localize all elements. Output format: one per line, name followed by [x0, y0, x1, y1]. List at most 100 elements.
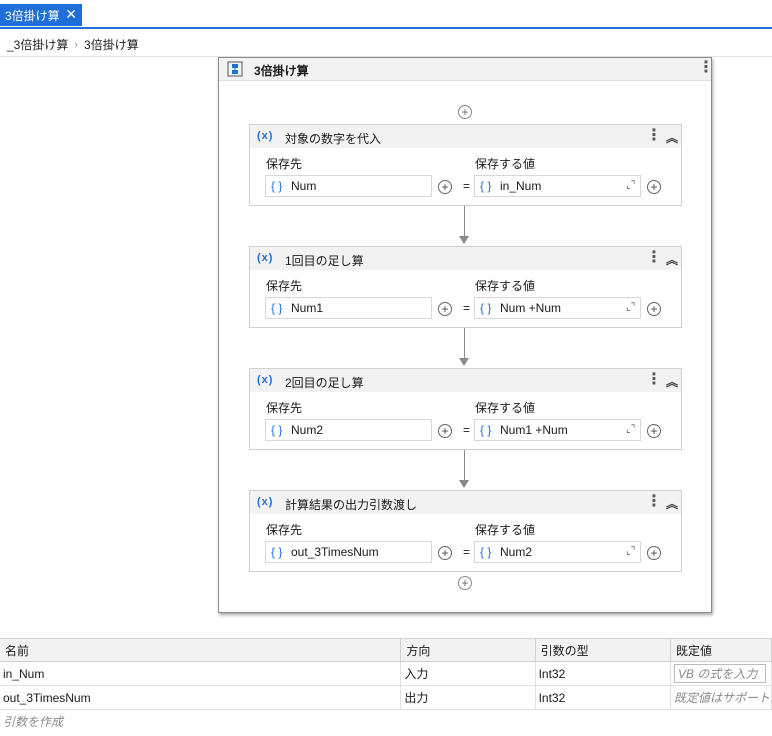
variable-brace-icon: { }	[271, 179, 283, 193]
more-options-icon[interactable]: ⋮	[646, 250, 662, 266]
to-field[interactable]: { } Num1	[265, 297, 432, 319]
add-variable-icon[interactable]: +	[438, 424, 452, 438]
collapse-icon[interactable]: ︽	[666, 495, 678, 512]
collapse-icon[interactable]: ︽	[666, 251, 678, 268]
column-header-direction[interactable]: 方向	[400, 639, 536, 662]
collapse-icon[interactable]: ︽	[666, 373, 678, 390]
more-options-icon[interactable]: ⋮	[698, 60, 714, 76]
more-options-icon[interactable]: ⋮	[646, 372, 662, 388]
activity-title: 対象の数字を代入	[285, 132, 382, 146]
chevron-right-icon: ›	[74, 38, 79, 51]
table-row[interactable]: out_3TimesNum 出力 Int32 既定値はサポートされ	[0, 685, 772, 710]
tab-bar: 3倍掛け算 ✕	[0, 0, 772, 29]
add-variable-icon[interactable]: +	[438, 302, 452, 316]
add-activity-icon[interactable]: +	[458, 105, 472, 119]
variable-brace-icon: { }	[271, 423, 283, 437]
to-label: 保存先	[266, 401, 303, 415]
create-argument-link[interactable]: 引数を作成	[3, 713, 63, 730]
sequence-header: 3倍掛け算 ⋮	[219, 58, 714, 81]
activity-header: (x) 対象の数字を代入 ⋮ ︽	[250, 125, 681, 148]
argument-direction[interactable]: 入力	[400, 661, 536, 686]
to-value: Num1	[291, 301, 324, 315]
expand-editor-icon[interactable]: ⌞⌝	[626, 546, 635, 557]
activity-title: 2回目の足し算	[285, 376, 364, 390]
value-label: 保存する値	[475, 157, 536, 171]
connector-line	[464, 450, 465, 480]
variable-brace-icon: { }	[480, 545, 492, 559]
variable-icon: (x)	[257, 496, 274, 508]
value-label: 保存する値	[475, 523, 536, 537]
assign-activity[interactable]: (x) 対象の数字を代入 ⋮ ︽ 保存先 保存する値 { } Num + = {…	[249, 124, 682, 206]
argument-type[interactable]: Int32	[535, 685, 672, 710]
to-value: Num2	[291, 423, 324, 437]
to-label: 保存先	[266, 523, 303, 537]
equals-sign: =	[463, 423, 471, 437]
argument-name[interactable]: in_Num	[0, 661, 402, 686]
assign-activity[interactable]: (x) 2回目の足し算 ⋮ ︽ 保存先 保存する値 { } Num2 + = {…	[249, 368, 682, 450]
add-activity-icon[interactable]: +	[458, 576, 472, 590]
equals-sign: =	[463, 179, 471, 193]
equals-sign: =	[463, 301, 471, 315]
to-field[interactable]: { } out_3TimesNum	[265, 541, 432, 563]
to-field[interactable]: { } Num	[265, 175, 432, 197]
argument-direction[interactable]: 出力	[400, 685, 536, 710]
value-label: 保存する値	[475, 401, 536, 415]
breadcrumb-item-root[interactable]: _3倍掛け算	[7, 36, 68, 53]
value-text: Num +Num	[500, 301, 562, 315]
activity-header: (x) 2回目の足し算 ⋮ ︽	[250, 369, 681, 392]
table-row[interactable]: in_Num 入力 Int32 VB の式を入力	[0, 661, 772, 686]
assign-activity[interactable]: (x) 1回目の足し算 ⋮ ︽ 保存先 保存する値 { } Num1 + = {…	[249, 246, 682, 328]
add-variable-icon[interactable]: +	[647, 424, 661, 438]
arguments-panel: 名前 方向 引数の型 既定値 in_Num 入力 Int32 VB の式を入力 …	[0, 638, 772, 736]
sequence-container[interactable]: 3倍掛け算 ⋮ + (x) 対象の数字を代入 ⋮ ︽ 保存先 保存する値 { }…	[218, 57, 714, 613]
expand-editor-icon[interactable]: ⌞⌝	[626, 302, 635, 313]
argument-name[interactable]: out_3TimesNum	[0, 685, 402, 710]
argument-type[interactable]: Int32	[535, 661, 672, 686]
to-value: out_3TimesNum	[291, 545, 379, 559]
tab-3times[interactable]: 3倍掛け算 ✕	[0, 4, 82, 26]
value-field[interactable]: { } Num +Num ⌞⌝	[474, 297, 641, 319]
add-variable-icon[interactable]: +	[647, 546, 661, 560]
value-field[interactable]: { } in_Num ⌞⌝	[474, 175, 641, 197]
default-value-input[interactable]: VB の式を入力	[674, 664, 767, 683]
add-variable-icon[interactable]: +	[438, 546, 452, 560]
column-header-default[interactable]: 既定値	[670, 639, 772, 662]
arguments-table: 名前 方向 引数の型 既定値 in_Num 入力 Int32 VB の式を入力 …	[0, 639, 772, 710]
value-text: Num2	[500, 545, 533, 559]
breadcrumb: _3倍掛け算 › 3倍掛け算	[7, 36, 139, 53]
expand-editor-icon[interactable]: ⌞⌝	[626, 180, 635, 191]
connector-line	[464, 328, 465, 358]
connector-arrow-icon	[459, 480, 469, 488]
add-variable-icon[interactable]: +	[647, 180, 661, 194]
activity-title: 1回目の足し算	[285, 254, 364, 268]
sequence-icon	[227, 61, 243, 77]
value-field[interactable]: { } Num2 ⌞⌝	[474, 541, 641, 563]
collapse-icon[interactable]: ︽	[666, 129, 678, 146]
add-variable-icon[interactable]: +	[647, 302, 661, 316]
argument-default-cell[interactable]: VB の式を入力	[670, 661, 772, 686]
close-icon[interactable]: ✕	[65, 7, 77, 21]
to-label: 保存先	[266, 157, 303, 171]
expand-editor-icon[interactable]: ⌞⌝	[626, 424, 635, 435]
value-text: in_Num	[500, 179, 542, 193]
add-variable-icon[interactable]: +	[438, 180, 452, 194]
variable-brace-icon: { }	[480, 423, 492, 437]
activity-header: (x) 1回目の足し算 ⋮ ︽	[250, 247, 681, 270]
variable-brace-icon: { }	[271, 545, 283, 559]
column-header-type[interactable]: 引数の型	[535, 639, 672, 662]
variable-icon: (x)	[257, 252, 274, 264]
column-header-name[interactable]: 名前	[0, 639, 402, 662]
to-label: 保存先	[266, 279, 303, 293]
variable-icon: (x)	[257, 374, 274, 386]
breadcrumb-item-current[interactable]: 3倍掛け算	[84, 36, 139, 53]
assign-activity[interactable]: (x) 計算結果の出力引数渡し ⋮ ︽ 保存先 保存する値 { } out_3T…	[249, 490, 682, 572]
table-header-row: 名前 方向 引数の型 既定値	[0, 639, 772, 662]
more-options-icon[interactable]: ⋮	[646, 494, 662, 510]
value-text: Num1 +Num	[500, 423, 568, 437]
variable-brace-icon: { }	[480, 179, 492, 193]
value-field[interactable]: { } Num1 +Num ⌞⌝	[474, 419, 641, 441]
variable-brace-icon: { }	[480, 301, 492, 315]
more-options-icon[interactable]: ⋮	[646, 128, 662, 144]
to-field[interactable]: { } Num2	[265, 419, 432, 441]
connector-arrow-icon	[459, 358, 469, 366]
